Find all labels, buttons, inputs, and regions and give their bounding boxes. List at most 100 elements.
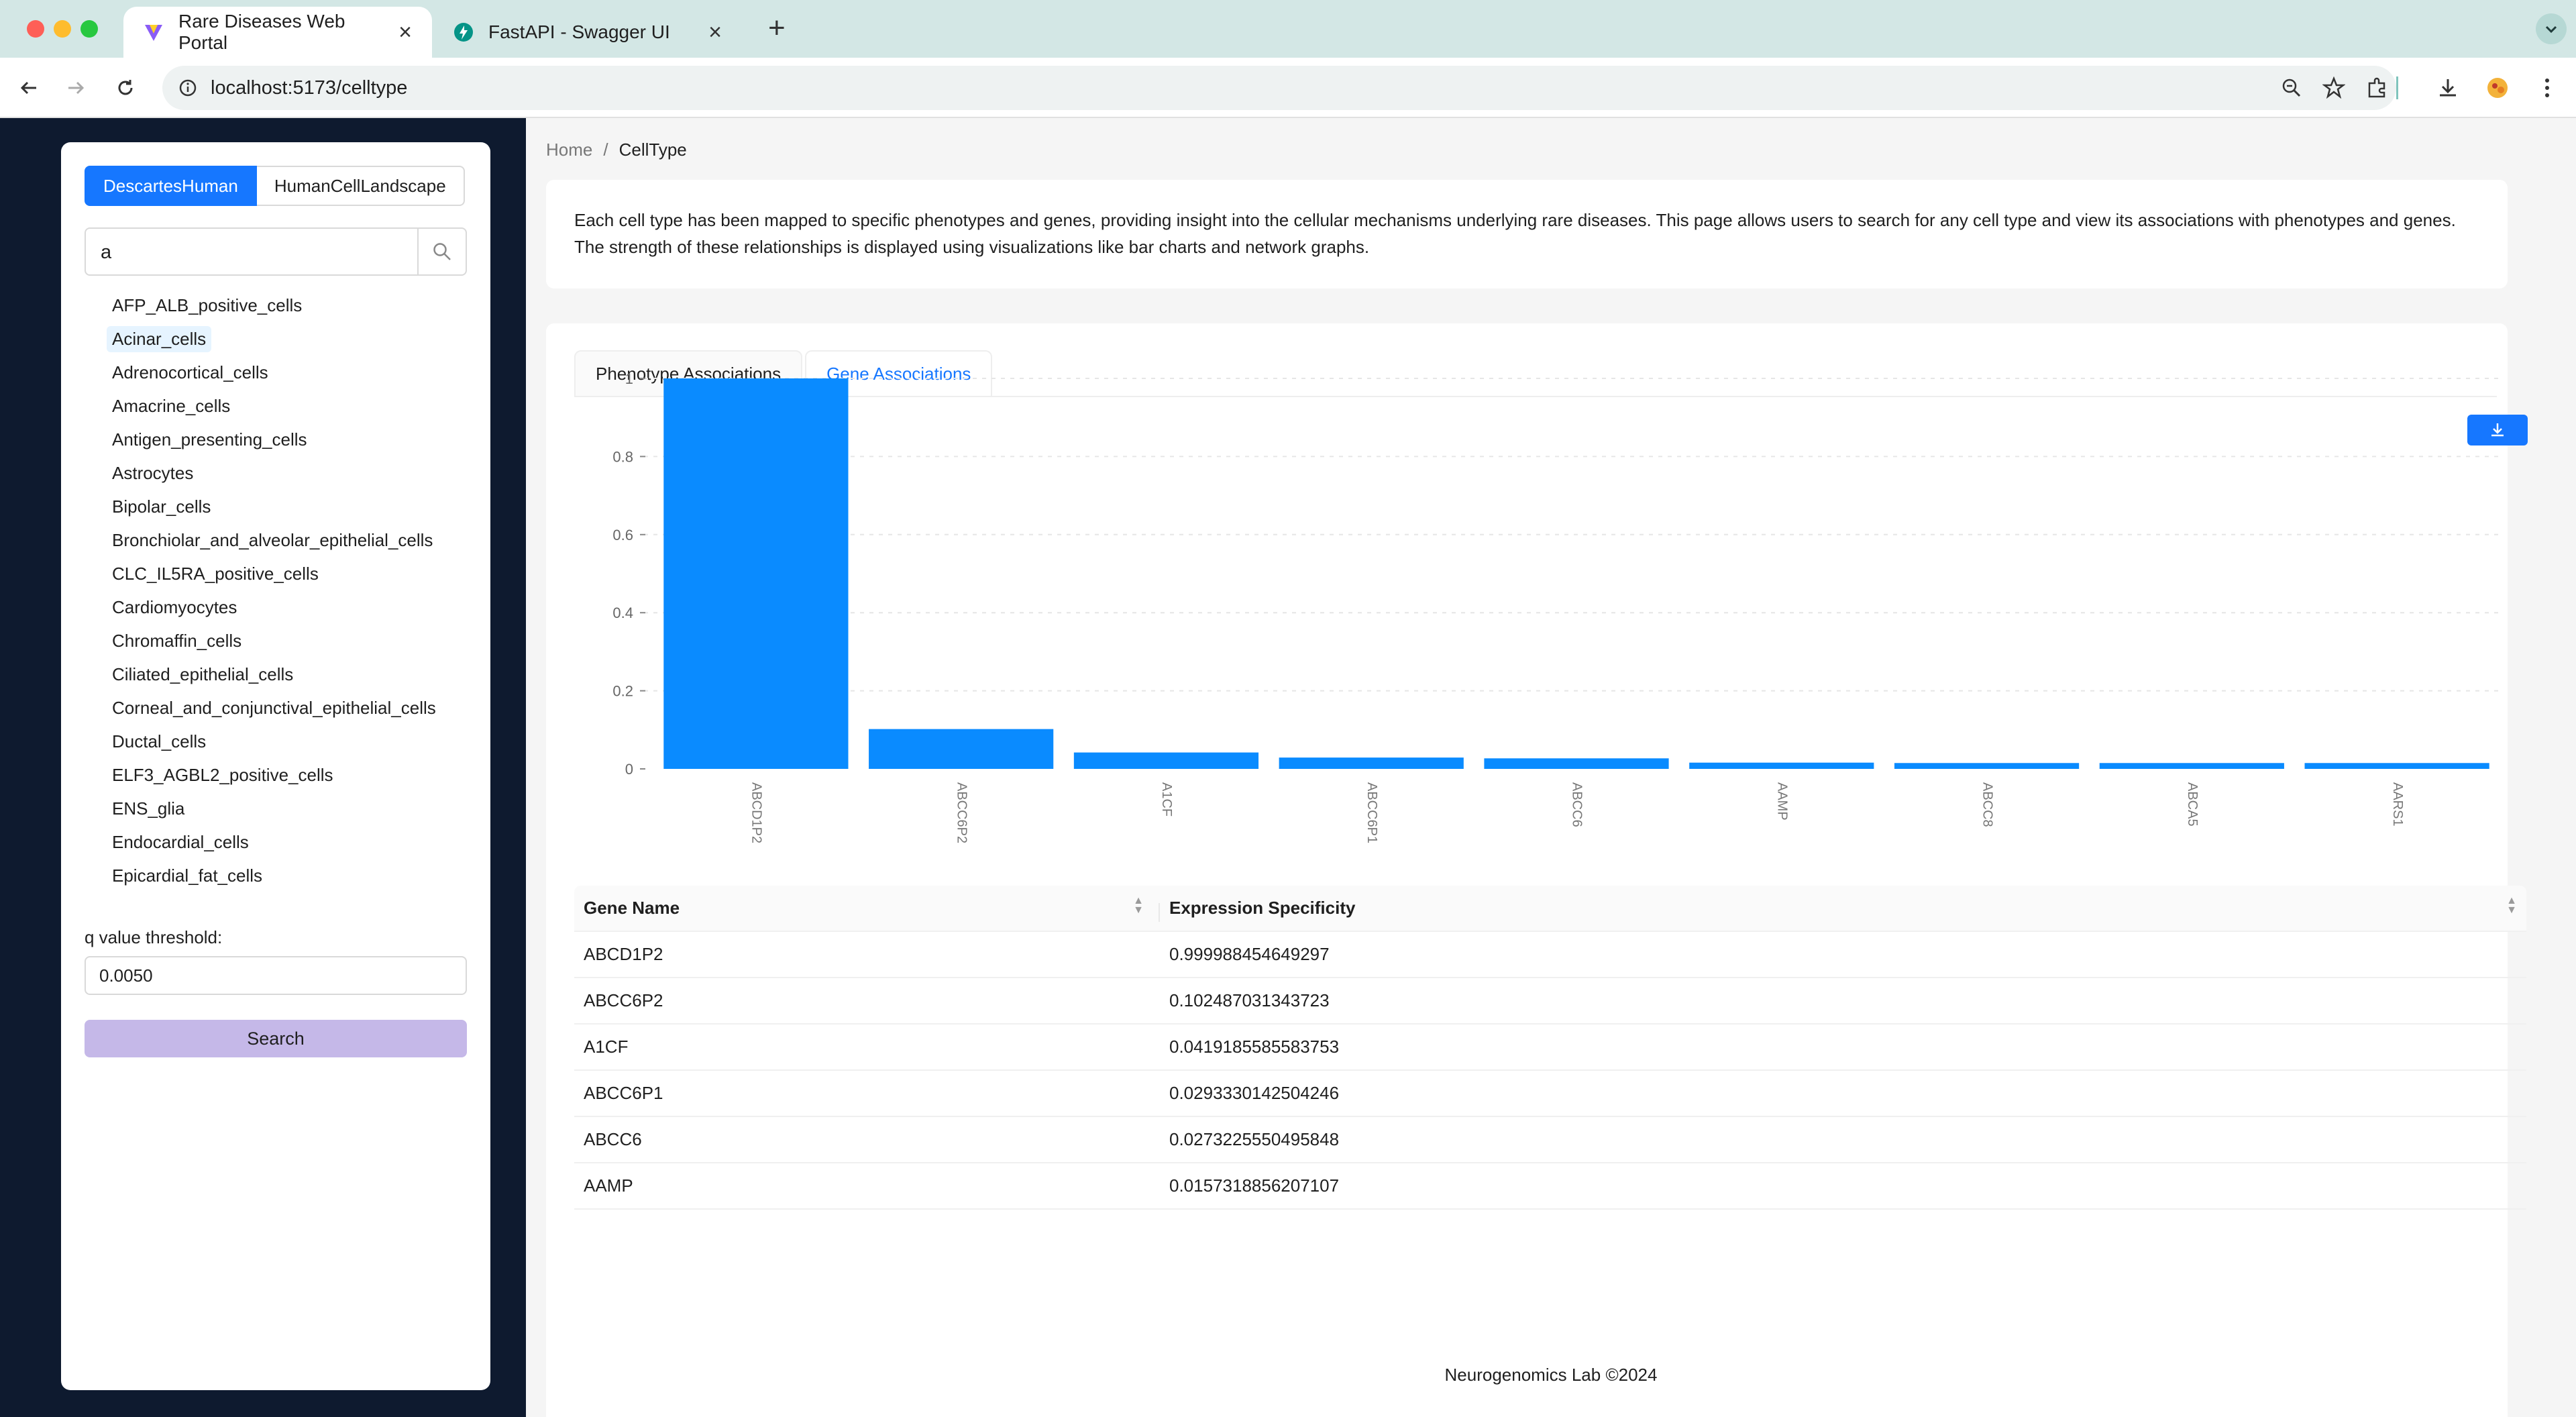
- toolbar-divider: [2395, 72, 2399, 103]
- cell-type-item[interactable]: Corneal_and_conjunctival_epithelial_cell…: [112, 691, 474, 725]
- cell-type-label: CLC_IL5RA_positive_cells: [112, 563, 319, 584]
- new-tab-icon[interactable]: +: [768, 13, 786, 43]
- maximize-window-icon[interactable]: [80, 20, 98, 38]
- cell-type-item[interactable]: Bipolar_cells: [112, 490, 474, 523]
- expression-specificity-cell: 0.999988454649297: [1169, 944, 1330, 964]
- fastapi-logo-icon: [454, 23, 473, 42]
- y-tick-label: 0.4: [612, 605, 633, 621]
- x-tick-label: A1CF: [1159, 782, 1174, 817]
- q-value-input[interactable]: 0.0050: [85, 956, 467, 995]
- cell-type-item[interactable]: Chromaffin_cells: [112, 624, 474, 658]
- search-icon[interactable]: [417, 229, 466, 274]
- gene-name-cell: ABCC6P2: [584, 990, 663, 1010]
- y-tick-label: 0.8: [612, 448, 633, 465]
- forward-icon[interactable]: [60, 72, 91, 103]
- cell-type-item[interactable]: Endocardial_cells: [112, 825, 474, 859]
- cell-type-label: Bipolar_cells: [112, 496, 211, 517]
- cell-type-item[interactable]: AFP_ALB_positive_cells: [112, 288, 474, 322]
- table-row[interactable]: ABCC6P1 0.0293330142504246: [574, 1071, 2526, 1117]
- table-body: ABCD1P2 0.999988454649297 ABCC6P2 0.1024870…: [574, 932, 2526, 1210]
- search-button[interactable]: Search: [85, 1020, 467, 1057]
- cell-type-label: ENS_glia: [112, 798, 185, 819]
- url-text: localhost:5173/celltype: [211, 77, 408, 99]
- table-row[interactable]: ABCD1P2 0.999988454649297: [574, 932, 2526, 978]
- browser-tab-portal[interactable]: Rare Diseases Web Portal ×: [123, 7, 432, 58]
- gene-associations-bar-chart: 0 0.2 0.4 0.6 0.8 1 ABCD1P2 ABCC6P2 A1CF ABCC6P1 A…: [612, 370, 2500, 843]
- cell-type-item[interactable]: Acinar_cells: [107, 322, 474, 356]
- cell-type-label: Ciliated_epithelial_cells: [112, 664, 294, 684]
- cell-type-item[interactable]: Ductal_cells: [112, 725, 474, 758]
- cell-type-item[interactable]: ELF3_AGBL2_positive_cells: [112, 758, 474, 792]
- bar: [2304, 763, 2489, 769]
- gene-name-cell: AAMP: [584, 1175, 633, 1196]
- y-tick-label: 0: [625, 761, 633, 778]
- column-header-label: Gene Name: [584, 898, 680, 918]
- table-row[interactable]: A1CF 0.0419185585583753: [574, 1025, 2526, 1071]
- y-tick-label: 0.6: [612, 527, 633, 543]
- breadcrumb-home[interactable]: Home: [546, 140, 592, 160]
- footer: Neurogenomics Lab ©2024: [1444, 1365, 1658, 1385]
- cell-type-item[interactable]: Astrocytes: [112, 456, 474, 490]
- x-tick-label: ABCA5: [2185, 782, 2200, 827]
- x-tick-label: ABCC6: [1570, 782, 1585, 827]
- browser-menu-icon[interactable]: [2532, 72, 2563, 103]
- dataset-option-descarteshuman[interactable]: DescartesHuman: [85, 166, 257, 206]
- browser-tab-swagger[interactable]: FastAPI - Swagger UI ×: [433, 7, 742, 58]
- profile-avatar-icon[interactable]: [2482, 72, 2513, 103]
- column-header-gene-name[interactable]: Gene Name ▲ ▼: [574, 896, 1160, 922]
- cell-type-item[interactable]: Bronchiolar_and_alveolar_epithelial_cell…: [112, 523, 474, 557]
- cell-type-label: ELF3_AGBL2_positive_cells: [112, 764, 333, 785]
- zoom-icon[interactable]: [2281, 77, 2302, 99]
- dataset-option-humancelllandscape[interactable]: HumanCellLandscape: [256, 166, 465, 206]
- cell-type-label: Epicardial_fat_cells: [112, 865, 263, 886]
- sort-icon[interactable]: ▲ ▼: [1133, 896, 1144, 916]
- expression-specificity-cell: 0.0293330142504246: [1169, 1083, 1340, 1103]
- intro-description: Each cell type has been mapped to specif…: [546, 180, 2508, 288]
- search-input-value: a: [101, 242, 112, 263]
- cell-type-item[interactable]: Ciliated_epithelial_cells: [112, 658, 474, 691]
- minimize-window-icon[interactable]: [54, 20, 71, 38]
- site-info-icon[interactable]: [178, 78, 197, 97]
- downloads-icon[interactable]: [2432, 72, 2463, 103]
- cell-type-item[interactable]: Adrenocortical_cells: [112, 356, 474, 389]
- cell-type-item[interactable]: Amacrine_cells: [112, 389, 474, 423]
- table-row[interactable]: AAMP 0.0157318856207107: [574, 1163, 2526, 1210]
- reload-icon[interactable]: [110, 72, 141, 103]
- tab-search-icon[interactable]: [2536, 13, 2567, 44]
- cell-type-search-input[interactable]: a: [85, 227, 467, 276]
- breadcrumb: Home / CellType: [546, 140, 687, 160]
- tab-close-icon[interactable]: ×: [398, 19, 412, 46]
- table-row[interactable]: ABCC6 0.0273225550495848: [574, 1117, 2526, 1163]
- cell-type-item[interactable]: Epicardial_fat_cells: [112, 859, 474, 892]
- y-tick-label: 1: [625, 370, 633, 387]
- bar: [1073, 752, 1259, 769]
- gene-table: Gene Name ▲ ▼ Expression Specificity ▲ ▼ A…: [574, 886, 2526, 1210]
- cell-type-label: Cardiomyocytes: [112, 596, 237, 617]
- cell-type-label: Chromaffin_cells: [112, 630, 242, 651]
- cell-type-item[interactable]: Cardiomyocytes: [112, 590, 474, 624]
- cell-type-item[interactable]: CLC_IL5RA_positive_cells: [112, 557, 474, 590]
- tab-close-icon[interactable]: ×: [708, 19, 722, 46]
- close-window-icon[interactable]: [27, 20, 44, 38]
- bookmark-star-icon[interactable]: [2322, 76, 2345, 99]
- sidebar-panel: DescartesHuman HumanCellLandscape a AFP_…: [61, 142, 490, 1390]
- table-row[interactable]: ABCC6P2 0.102487031343723: [574, 978, 2526, 1025]
- cell-type-label: Corneal_and_conjunctival_epithelial_cell…: [112, 697, 436, 718]
- extensions-icon[interactable]: [2361, 72, 2392, 103]
- gene-name-cell: ABCC6P1: [584, 1083, 663, 1103]
- app-root: DescartesHuman HumanCellLandscape a AFP_…: [0, 118, 2576, 1417]
- cell-type-label: Ductal_cells: [112, 731, 207, 751]
- cell-type-item[interactable]: ENS_glia: [112, 792, 474, 825]
- browser-tab-strip: Rare Diseases Web Portal × FastAPI - Swa…: [0, 0, 2576, 58]
- q-value-label: q value threshold:: [85, 927, 223, 947]
- column-header-expression-specificity[interactable]: Expression Specificity ▲ ▼: [1160, 896, 2526, 919]
- address-bar[interactable]: localhost:5173/celltype: [162, 66, 2396, 110]
- expression-specificity-cell: 0.0157318856207107: [1169, 1175, 1340, 1196]
- x-tick-label: AARS1: [2390, 782, 2405, 827]
- bar: [2099, 763, 2284, 769]
- back-icon[interactable]: [13, 72, 44, 103]
- cell-type-item[interactable]: Antigen_presenting_cells: [112, 423, 474, 456]
- sort-icon[interactable]: ▲ ▼: [2506, 896, 2517, 916]
- bar: [663, 378, 849, 769]
- associations-card: Phenotype Associations Gene Associations…: [546, 323, 2528, 1417]
